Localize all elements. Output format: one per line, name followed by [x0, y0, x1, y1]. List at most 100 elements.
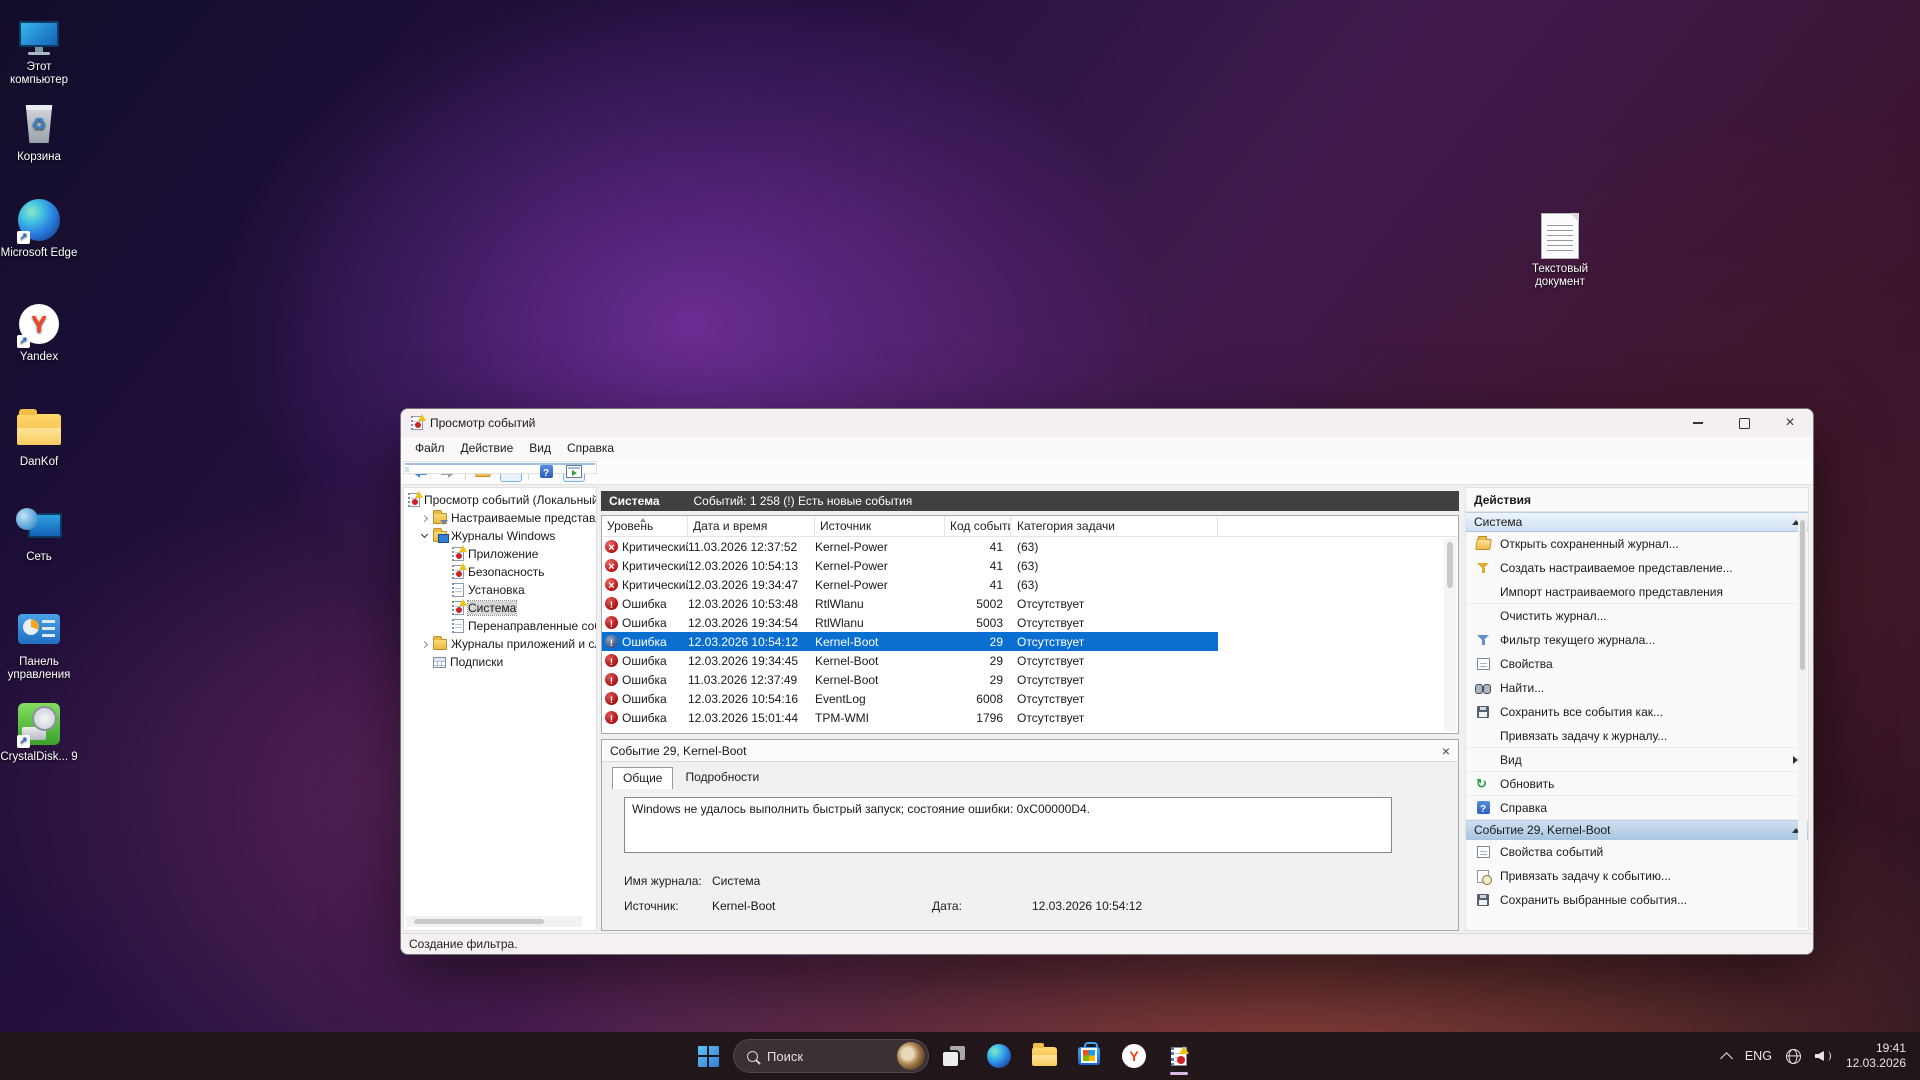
show-action-pane-button[interactable] — [563, 462, 585, 482]
tree-item-subscriptions[interactable]: Подписки — [404, 653, 596, 671]
desktop-icon-label: Корзина — [0, 151, 78, 164]
action-refresh[interactable]: Обновить — [1466, 772, 1808, 796]
search-placeholder: Поиск — [767, 1049, 803, 1064]
desktop-icon-yandex[interactable]: Yandex — [0, 300, 78, 364]
column-header-level[interactable]: Уровень — [602, 516, 688, 536]
network-globe-icon[interactable] — [1786, 1049, 1801, 1064]
action-attach-task-to-log[interactable]: Привязать задачу к журналу... — [1466, 724, 1808, 748]
action-view[interactable]: Вид — [1466, 748, 1808, 772]
menu-action[interactable]: Действие — [453, 437, 522, 459]
error-level-icon — [605, 654, 618, 667]
task-view-button[interactable] — [934, 1036, 974, 1076]
tree-item-forwarded-events[interactable]: Перенаправленные события — [404, 617, 596, 635]
column-header-task-category[interactable]: Категория задачи — [1011, 516, 1218, 536]
action-event-properties[interactable]: Свойства событий — [1466, 840, 1808, 864]
date-value: 12.03.2026 10:54:12 — [1032, 899, 1242, 913]
table-row[interactable]: Ошибка 12.03.2026 15:01:44 TPM-WMI 1796 … — [602, 708, 1218, 727]
close-icon[interactable]: × — [1442, 744, 1450, 758]
column-header-datetime[interactable]: Дата и время — [688, 516, 815, 536]
action-find[interactable]: Найти... — [1466, 676, 1808, 700]
action-properties[interactable]: Свойства — [1466, 652, 1808, 676]
tray-clock[interactable]: 19:41 12.03.2026 — [1846, 1041, 1906, 1071]
menu-file[interactable]: Файл — [407, 437, 453, 459]
actions-section-system[interactable]: Система — [1466, 512, 1808, 532]
desktop-icon-dankof[interactable]: DanKof — [0, 405, 78, 469]
text-document-icon — [1541, 213, 1579, 259]
search-icon — [747, 1051, 758, 1062]
tree-item-security[interactable]: Безопасность — [404, 563, 596, 581]
table-row-selected[interactable]: Ошибка 12.03.2026 10:54:12 Kernel-Boot 2… — [602, 632, 1218, 651]
tree-item-windows-logs[interactable]: Журналы Windows — [404, 527, 596, 545]
action-attach-task-to-event[interactable]: Привязать задачу к событию... — [1466, 864, 1808, 888]
table-row[interactable]: Ошибка 12.03.2026 19:34:54 RtlWlanu 5003… — [602, 613, 1218, 632]
menu-view[interactable]: Вид — [521, 437, 559, 459]
column-header-source[interactable]: Источник — [815, 516, 945, 536]
log-icon — [452, 583, 464, 597]
window-titlebar[interactable]: Просмотр событий — [401, 409, 1813, 437]
actions-vertical-scrollbar[interactable] — [1798, 514, 1807, 928]
tree-item-root[interactable]: Просмотр событий (Локальный) — [404, 491, 596, 509]
tree-horizontal-scrollbar[interactable] — [406, 916, 582, 927]
table-row[interactable]: Ошибка 12.03.2026 10:54:16 EventLog 6008… — [602, 689, 1218, 708]
desktop-icon-recycle-bin[interactable]: Корзина — [0, 100, 78, 164]
close-button[interactable] — [1767, 409, 1813, 437]
tab-details[interactable]: Подробности — [675, 767, 769, 788]
table-vertical-scrollbar[interactable] — [1444, 538, 1457, 732]
error-level-icon — [605, 597, 618, 610]
menu-bar: Файл Действие Вид Справка — [401, 437, 1813, 459]
table-row[interactable]: Ошибка 11.03.2026 12:37:49 Kernel-Boot 2… — [602, 670, 1218, 689]
chevron-down-icon[interactable] — [421, 531, 428, 538]
tree-item-app-service-logs[interactable]: Журналы приложений и служб — [404, 635, 596, 653]
table-row[interactable]: Ошибка 12.03.2026 10:53:48 RtlWlanu 5002… — [602, 594, 1218, 613]
error-level-icon — [605, 692, 618, 705]
speaker-icon[interactable] — [1815, 1049, 1832, 1063]
tree-item-system[interactable]: Система — [404, 599, 596, 617]
hidden-icons-chevron[interactable] — [1720, 1052, 1733, 1065]
show-console-tree-button[interactable] — [500, 462, 522, 482]
source-value: Kernel-Boot — [712, 899, 922, 913]
taskbar-explorer[interactable] — [1024, 1036, 1064, 1076]
yandex-icon — [1122, 1044, 1146, 1068]
language-indicator[interactable]: ENG — [1745, 1049, 1772, 1063]
action-help[interactable]: Справка — [1466, 796, 1808, 820]
tab-general[interactable]: Общие — [612, 767, 673, 789]
action-open-saved-log[interactable]: Открыть сохраненный журнал... — [1466, 532, 1808, 556]
chevron-right-icon[interactable] — [421, 640, 428, 647]
tree-item-setup[interactable]: Установка — [404, 581, 596, 599]
tree-item-application[interactable]: Приложение — [404, 545, 596, 563]
actions-section-event[interactable]: Событие 29, Kernel-Boot — [1466, 820, 1808, 840]
table-row[interactable]: Критический 12.03.2026 10:54:13 Kernel-P… — [602, 556, 1218, 575]
action-create-custom-view[interactable]: Создать настраиваемое представление... — [1466, 556, 1808, 580]
desktop-icon-control-panel[interactable]: Панель управления — [0, 605, 78, 682]
action-save-all-events[interactable]: Сохранить все события как... — [1466, 700, 1808, 724]
action-import-custom-view[interactable]: Импорт настраиваемого представления — [1466, 580, 1808, 604]
menu-help[interactable]: Справка — [559, 437, 622, 459]
desktop-icon-crystaldisk[interactable]: CrystalDisk... 9 — [0, 700, 78, 764]
taskbar-edge[interactable] — [979, 1036, 1019, 1076]
action-save-selected-events[interactable]: Сохранить выбранные события... — [1466, 888, 1808, 912]
action-clear-log[interactable]: Очистить журнал... — [1466, 604, 1808, 628]
table-row[interactable]: Критический 11.03.2026 12:37:52 Kernel-P… — [602, 537, 1218, 556]
taskbar-yandex[interactable] — [1114, 1036, 1154, 1076]
event-message[interactable]: Windows не удалось выполнить быстрый зап… — [624, 797, 1392, 853]
desktop-icon-edge[interactable]: Microsoft Edge — [0, 196, 78, 260]
action-filter-current-log[interactable]: Фильтр текущего журнала... — [1466, 628, 1808, 652]
table-row[interactable]: Ошибка 12.03.2026 19:34:45 Kernel-Boot 2… — [602, 651, 1218, 670]
taskbar-search[interactable]: Поиск — [733, 1039, 929, 1073]
taskbar-store[interactable] — [1069, 1036, 1109, 1076]
desktop-icon-label: DanKof — [0, 456, 78, 469]
table-row[interactable]: Критический 12.03.2026 19:34:47 Kernel-P… — [602, 575, 1218, 594]
log-icon — [452, 619, 464, 633]
start-button[interactable] — [688, 1036, 728, 1076]
column-header-event-id[interactable]: Код события — [945, 516, 1011, 536]
maximize-button[interactable] — [1721, 409, 1767, 437]
desktop-icon-this-pc[interactable]: Этот компьютер — [0, 10, 78, 87]
desktop-icon-network[interactable]: Сеть — [0, 500, 78, 564]
chevron-right-icon[interactable] — [421, 514, 428, 521]
search-highlight-image[interactable] — [897, 1042, 925, 1070]
tree-item-custom-views[interactable]: Настраиваемые представления — [404, 509, 596, 527]
desktop-icon-text-document[interactable]: Текстовый документ — [1516, 212, 1604, 289]
taskbar-event-viewer[interactable] — [1159, 1036, 1199, 1076]
log-icon — [452, 565, 464, 579]
minimize-button[interactable] — [1675, 409, 1721, 437]
